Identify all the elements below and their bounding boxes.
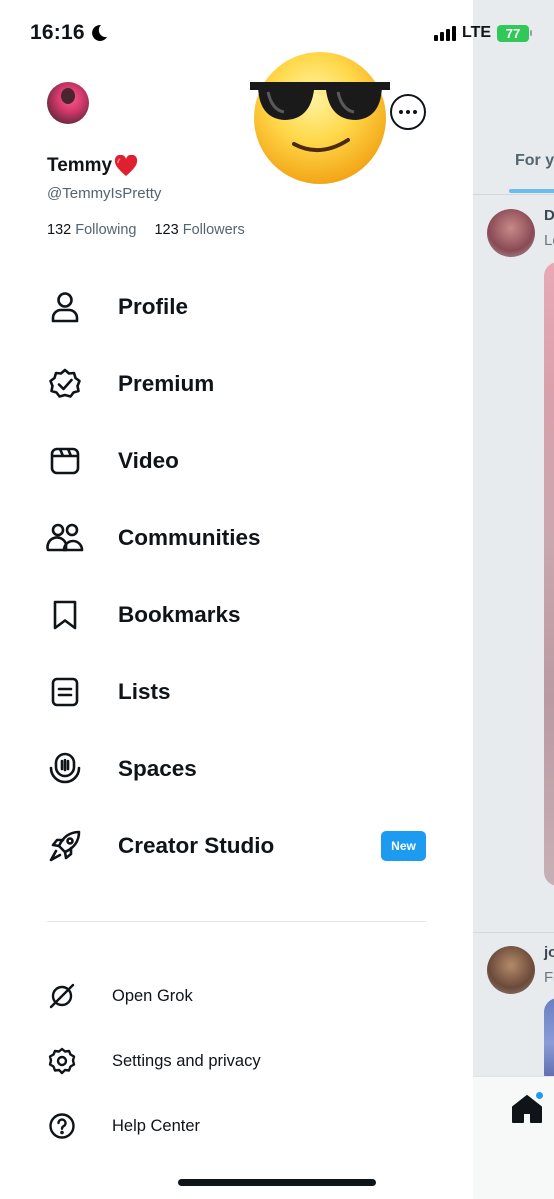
side-drawer: 16:16 LTE 77 Temmy @TemmyIsPretty 132 Fo…	[0, 0, 533, 1199]
battery-icon: 77	[497, 24, 533, 42]
tab-underline	[509, 189, 554, 193]
post-avatar[interactable]	[487, 946, 535, 994]
more-options-button[interactable]	[390, 94, 426, 130]
dot	[406, 110, 410, 114]
sunglasses-emoji-icon	[250, 52, 390, 184]
menu-item-profile[interactable]: Profile	[0, 277, 473, 337]
communities-icon	[46, 519, 84, 557]
menu-label: Help Center	[112, 1116, 201, 1135]
profile-display-name[interactable]: Temmy	[47, 155, 138, 177]
avatar[interactable]	[47, 82, 89, 124]
menu-label: Creator Studio	[118, 833, 275, 858]
gear-icon	[48, 1047, 76, 1075]
menu-label: Settings and privacy	[112, 1051, 261, 1070]
menu-label: Premium	[118, 371, 215, 396]
menu-label: Lists	[118, 679, 171, 704]
following-count: 132	[47, 222, 72, 238]
menu-item-premium[interactable]: Premium	[0, 354, 473, 414]
followers-label: Followers	[182, 222, 245, 238]
post-author-name: jo	[544, 944, 554, 961]
post-author-name: D	[544, 207, 554, 224]
menu-item-bookmarks[interactable]: Bookmarks	[0, 585, 473, 645]
dot	[413, 110, 417, 114]
following-link[interactable]: 132 Following	[47, 222, 136, 238]
menu-item-help-center[interactable]: Help Center	[0, 1101, 473, 1151]
timeline-background: For yo D Lo jo Fa	[473, 0, 554, 1199]
followers-link[interactable]: 123 Followers	[154, 222, 244, 238]
menu-label: Spaces	[118, 756, 197, 781]
network-label: LTE	[462, 24, 492, 41]
post-author-handle: Fa	[544, 969, 554, 986]
person-icon	[46, 288, 84, 326]
display-name-text: Temmy	[47, 155, 113, 176]
notification-dot	[535, 1091, 544, 1100]
menu-label: Profile	[118, 294, 189, 319]
menu-item-video[interactable]: Video	[0, 431, 473, 491]
battery-level: 77	[505, 25, 521, 41]
profile-handle: @TemmyIsPretty	[47, 185, 162, 202]
menu-item-communities[interactable]: Communities	[0, 508, 473, 568]
spaces-mic-icon	[46, 750, 84, 788]
post-media[interactable]	[544, 998, 554, 1088]
status-time: 16:16	[30, 21, 85, 44]
list-icon	[46, 673, 84, 711]
bookmark-icon	[46, 596, 84, 634]
bottom-tab-bar	[473, 1076, 554, 1199]
followers-count: 123	[154, 222, 179, 238]
video-clapper-icon	[46, 442, 84, 480]
home-indicator[interactable]	[178, 1179, 376, 1186]
menu-item-open-grok[interactable]: Open Grok	[0, 971, 473, 1021]
status-indicators: LTE 77	[434, 24, 533, 42]
moon-icon	[92, 24, 107, 41]
follow-stats: 132 Following 123 Followers	[47, 222, 245, 238]
heart-icon	[115, 155, 138, 176]
menu-item-creator-studio[interactable]: Creator Studio New	[0, 816, 473, 876]
menu-label: Bookmarks	[118, 602, 241, 627]
grok-icon	[48, 982, 76, 1010]
tab-for-you[interactable]: For yo	[515, 152, 554, 170]
help-icon	[48, 1112, 76, 1140]
verified-badge-icon	[46, 365, 84, 403]
post-author-handle: Lo	[544, 232, 554, 249]
timeline-divider	[473, 932, 554, 933]
menu-item-settings[interactable]: Settings and privacy	[0, 1036, 473, 1086]
following-label: Following	[75, 222, 137, 238]
signal-icon	[434, 25, 456, 41]
menu-item-lists[interactable]: Lists	[0, 662, 473, 722]
post-media[interactable]	[544, 262, 554, 886]
menu-item-spaces[interactable]: Spaces	[0, 739, 473, 799]
menu-label: Video	[118, 448, 179, 473]
menu-label: Open Grok	[112, 986, 193, 1005]
menu-label: Communities	[118, 525, 261, 550]
timeline-divider	[473, 194, 554, 195]
dot	[399, 110, 403, 114]
rocket-icon	[46, 827, 84, 865]
menu-divider	[47, 921, 426, 922]
new-badge: New	[381, 831, 426, 861]
post-avatar[interactable]	[487, 209, 535, 257]
